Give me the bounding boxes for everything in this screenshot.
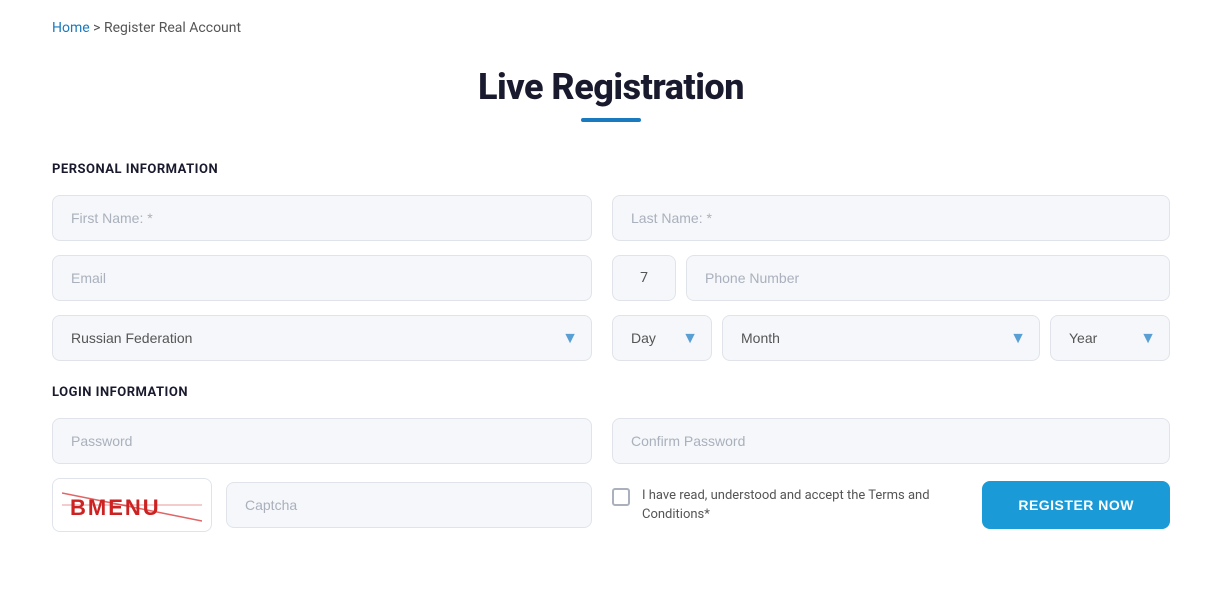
password-input[interactable] — [52, 418, 592, 464]
terms-checkbox[interactable] — [612, 488, 630, 506]
phone-code: 7 — [612, 255, 676, 301]
breadcrumb-separator: > — [93, 20, 104, 36]
country-select-wrapper: Russian Federation United States United … — [52, 315, 592, 361]
dob-month-select[interactable]: Month — [722, 315, 1040, 361]
breadcrumb-home-link[interactable]: Home — [52, 20, 90, 36]
breadcrumb-current: Register Real Account — [104, 20, 241, 36]
first-name-input[interactable] — [52, 195, 592, 241]
dob-day-select[interactable]: Day — [612, 315, 712, 361]
svg-text:BMENU: BMENU — [70, 495, 161, 520]
dob-year-select[interactable]: Year — [1050, 315, 1170, 361]
dob-day-wrapper: Day ▼ — [612, 315, 712, 361]
confirm-password-input[interactable] — [612, 418, 1170, 464]
terms-area: I have read, understood and accept the T… — [612, 486, 962, 525]
dob-month-wrapper: Month ▼ — [722, 315, 1040, 361]
captcha-input[interactable] — [226, 482, 592, 528]
phone-number-input[interactable] — [686, 255, 1170, 301]
country-select[interactable]: Russian Federation United States United … — [52, 315, 592, 361]
email-input[interactable] — [52, 255, 592, 301]
login-info-label: LOGIN INFORMATION — [52, 385, 1170, 400]
register-now-button[interactable]: REGISTER NOW — [982, 481, 1170, 529]
personal-info-label: PERSONAL INFORMATION — [52, 162, 1170, 177]
terms-text: I have read, understood and accept the T… — [642, 486, 962, 525]
dob-year-wrapper: Year ▼ — [1050, 315, 1170, 361]
breadcrumb: Home > Register Real Account — [52, 20, 1170, 36]
title-underline — [581, 118, 641, 122]
page-title: Live Registration — [0, 66, 1222, 108]
captcha-image: BMENU — [52, 478, 212, 532]
last-name-input[interactable] — [612, 195, 1170, 241]
